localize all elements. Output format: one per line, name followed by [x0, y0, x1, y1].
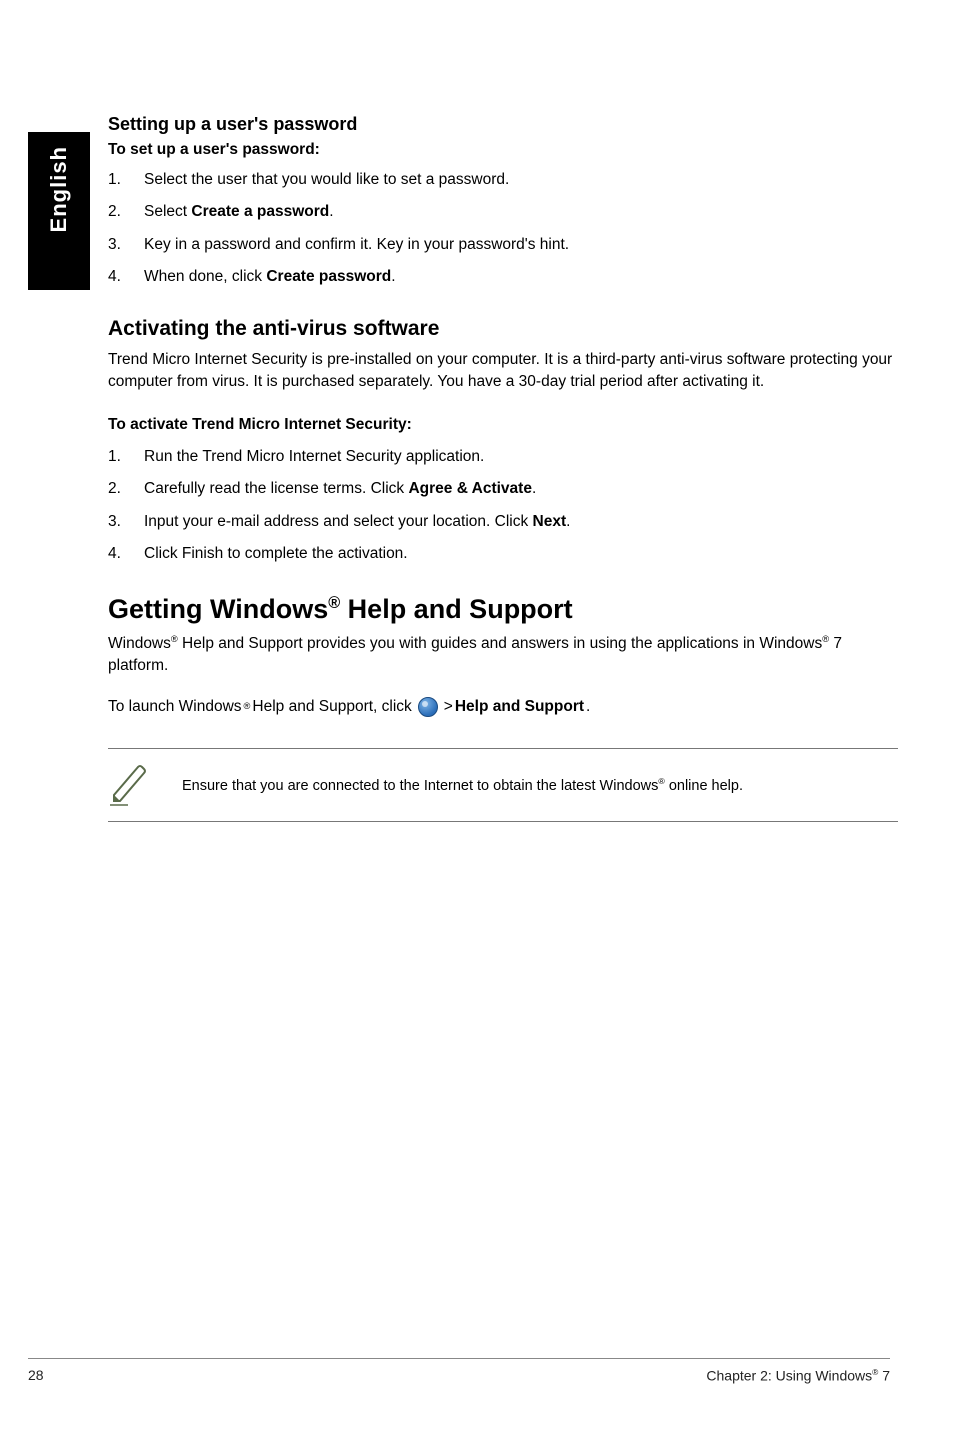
note-box: Ensure that you are connected to the Int…: [108, 748, 898, 822]
list-item: 4. Click Finish to complete the activati…: [108, 543, 898, 565]
step-number: 1.: [108, 446, 144, 468]
chapter-label: Chapter 2: Using Windows® 7: [706, 1367, 890, 1384]
list-item: 1. Run the Trend Micro Internet Security…: [108, 446, 898, 468]
list-item: 2. Select Create a password.: [108, 201, 898, 223]
list-item: 4. When done, click Create password.: [108, 266, 898, 288]
launch-instruction: To launch Windows® Help and Support, cli…: [108, 696, 898, 718]
step-number: 1.: [108, 169, 144, 191]
step-text: Click Finish to complete the activation.: [144, 543, 408, 565]
note-text: Ensure that you are connected to the Int…: [182, 775, 743, 796]
section1-steps: 1. Select the user that you would like t…: [108, 169, 898, 289]
section1-subhead: To set up a user's password:: [108, 141, 898, 159]
section3-heading: Getting Windows® Help and Support: [108, 594, 898, 625]
windows-start-icon: [418, 697, 438, 717]
list-item: 3. Input your e-mail address and select …: [108, 511, 898, 533]
section2-steps: 1. Run the Trend Micro Internet Security…: [108, 446, 898, 566]
step-text: Run the Trend Micro Internet Security ap…: [144, 446, 484, 468]
step-number: 3.: [108, 234, 144, 256]
step-number: 4.: [108, 266, 144, 288]
step-text: Select Create a password.: [144, 201, 334, 223]
step-number: 2.: [108, 201, 144, 223]
section1-heading: Setting up a user's password: [108, 114, 898, 135]
pen-note-icon: [108, 763, 152, 807]
step-number: 3.: [108, 511, 144, 533]
step-text: Input your e-mail address and select you…: [144, 511, 570, 533]
language-tab: English: [28, 132, 90, 290]
section2-subhead: To activate Trend Micro Internet Securit…: [108, 416, 898, 434]
language-tab-label: English: [46, 146, 72, 232]
step-text: Select the user that you would like to s…: [144, 169, 509, 191]
page-footer: 28 Chapter 2: Using Windows® 7: [28, 1358, 890, 1384]
page-content: Setting up a user's password To set up a…: [108, 114, 898, 822]
section2-para: Trend Micro Internet Security is pre-ins…: [108, 349, 898, 394]
step-text: When done, click Create password.: [144, 266, 396, 288]
page-number: 28: [28, 1367, 44, 1384]
step-number: 4.: [108, 543, 144, 565]
section2-heading: Activating the anti-virus software: [108, 317, 898, 341]
list-item: 3. Key in a password and confirm it. Key…: [108, 234, 898, 256]
section3-para: Windows® Help and Support provides you w…: [108, 633, 898, 678]
list-item: 2. Carefully read the license terms. Cli…: [108, 478, 898, 500]
step-text: Key in a password and confirm it. Key in…: [144, 234, 569, 256]
list-item: 1. Select the user that you would like t…: [108, 169, 898, 191]
step-text: Carefully read the license terms. Click …: [144, 478, 536, 500]
step-number: 2.: [108, 478, 144, 500]
